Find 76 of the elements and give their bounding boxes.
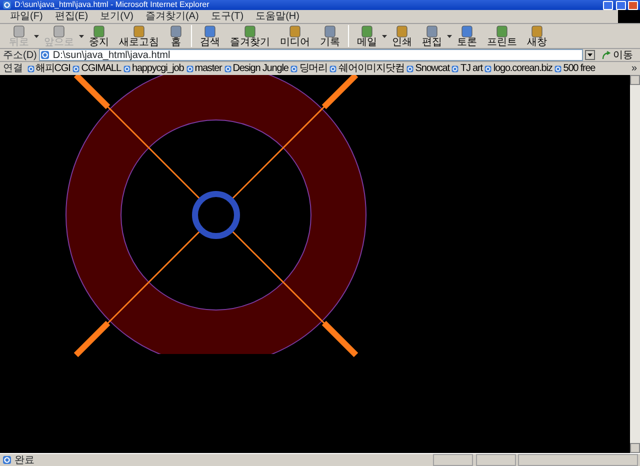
square-icon — [530, 24, 544, 38]
page-icon — [72, 64, 80, 73]
page-icon — [484, 64, 492, 73]
link-button[interactable]: 딩머리 — [289, 63, 328, 74]
toolbar-button[interactable]: 새창 — [522, 24, 552, 48]
page-icon — [329, 64, 338, 73]
page-icon — [290, 64, 298, 73]
square-icon — [360, 24, 374, 38]
toolbar-button[interactable]: 미디어 — [275, 24, 315, 48]
maximize-button[interactable] — [616, 0, 626, 10]
link-button[interactable]: Design Jungle — [222, 63, 290, 74]
toolbar-button[interactable]: 중지 — [84, 24, 114, 48]
square-icon — [92, 24, 106, 38]
square-icon — [323, 24, 337, 38]
toolbar-button[interactable]: 검색 — [195, 24, 225, 48]
page-icon — [554, 64, 562, 73]
page-icon — [122, 64, 131, 73]
address-label: 주소(D) — [3, 50, 37, 61]
address-field[interactable]: D:\sun\java_html\java.html — [39, 49, 582, 62]
status-text: 완료 — [14, 454, 36, 466]
toolbar-button[interactable]: 홈 — [164, 24, 188, 48]
link-button[interactable]: 쉐어이미지닷컴 — [328, 63, 406, 74]
square-icon — [460, 24, 474, 38]
toolbar-button[interactable]: 메일 — [352, 24, 382, 48]
minimize-button[interactable] — [603, 0, 613, 10]
link-button[interactable]: logo.corean.biz — [483, 63, 554, 74]
square-icon — [169, 24, 183, 38]
link-button[interactable]: master — [184, 63, 223, 74]
caret-icon[interactable] — [382, 34, 387, 38]
menu-item[interactable]: 보기(V) — [94, 11, 140, 22]
page-icon — [224, 64, 232, 73]
toolbar-button[interactable]: 편집 — [417, 24, 447, 48]
menu-item[interactable]: 도구(T) — [204, 11, 250, 22]
page-icon — [406, 64, 414, 73]
toolbar-button[interactable]: 인쇄 — [387, 24, 417, 48]
arrow-icon — [602, 50, 610, 60]
link-button[interactable]: 500 free — [553, 63, 596, 74]
page-icon — [40, 50, 50, 60]
menu-item[interactable]: 즐겨찾기(A) — [139, 11, 205, 22]
square-icon — [395, 24, 409, 38]
status-panel — [433, 454, 473, 466]
link-button[interactable]: happycgi_job — [122, 63, 185, 74]
square-icon — [243, 24, 257, 38]
page-icon — [2, 455, 12, 465]
page-icon — [451, 64, 460, 73]
toolbar-button[interactable]: 새로고침 — [114, 24, 164, 48]
square-icon — [12, 24, 26, 38]
page-icon — [186, 64, 194, 73]
link-button[interactable]: TJ art — [450, 63, 484, 74]
square-icon — [495, 24, 509, 38]
square-icon — [288, 24, 302, 38]
close-button[interactable] — [628, 0, 638, 10]
toolbar-button[interactable]: 프린트 — [482, 24, 522, 48]
page-icon — [2, 0, 12, 10]
menu-item[interactable]: 파일(F) — [4, 11, 49, 22]
square-icon — [203, 24, 217, 38]
window-title: D:\sun\java_html\java.html - Microsoft Internet Explorer — [14, 0, 210, 10]
links-label: 연결 — [3, 63, 23, 74]
circle-drawing — [192, 191, 240, 239]
square-icon — [425, 24, 439, 38]
scrollbar[interactable] — [630, 75, 640, 453]
page-icon — [26, 64, 34, 73]
toolbar-button[interactable]: 즐겨찾기 — [225, 24, 275, 48]
square-icon — [132, 24, 146, 38]
link-button[interactable]: 해피CGI — [26, 63, 72, 74]
go-button[interactable]: 이동 — [598, 50, 637, 61]
caret-icon[interactable] — [447, 34, 452, 38]
toolbar-button[interactable]: 토론 — [452, 24, 482, 48]
square-icon — [52, 24, 66, 38]
link-button[interactable]: Snowcat — [405, 63, 450, 74]
menu-item[interactable]: 편집(E) — [48, 11, 94, 22]
more-links-button[interactable]: » — [631, 63, 637, 74]
status-panel — [476, 454, 516, 466]
menu-item[interactable]: 도움말(H) — [250, 11, 306, 22]
toolbar-button[interactable]: 기록 — [315, 24, 345, 48]
link-button[interactable]: CGIMALL — [71, 63, 122, 74]
